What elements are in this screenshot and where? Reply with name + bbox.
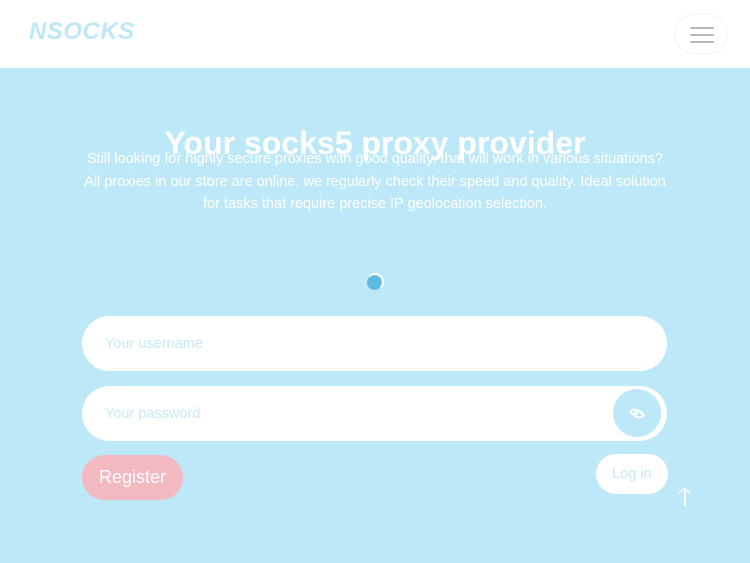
menu-line (690, 41, 714, 43)
site-header: NSOCKS (0, 0, 750, 68)
username-input[interactable] (82, 316, 667, 371)
show-password-button[interactable] (613, 389, 661, 437)
spinner-icon (366, 273, 384, 291)
menu-line (690, 34, 714, 36)
arrow-up-icon[interactable] (677, 487, 693, 509)
username-field-wrapper (82, 316, 667, 371)
spinner-arc (366, 273, 384, 291)
password-field-wrapper (82, 386, 667, 441)
menu-line (690, 27, 714, 29)
site-logo[interactable]: NSOCKS (29, 18, 135, 46)
login-button[interactable]: Log in (596, 454, 668, 494)
hero-section: Your socks5 proxy provider Still looking… (0, 68, 750, 563)
register-button[interactable]: Register (82, 455, 183, 500)
arrow-shaft (684, 490, 686, 506)
hamburger-menu-icon[interactable] (674, 14, 728, 54)
password-input[interactable] (82, 386, 667, 441)
hero-description: Still looking for highly secure proxies … (84, 151, 666, 212)
eye-icon (628, 404, 646, 422)
